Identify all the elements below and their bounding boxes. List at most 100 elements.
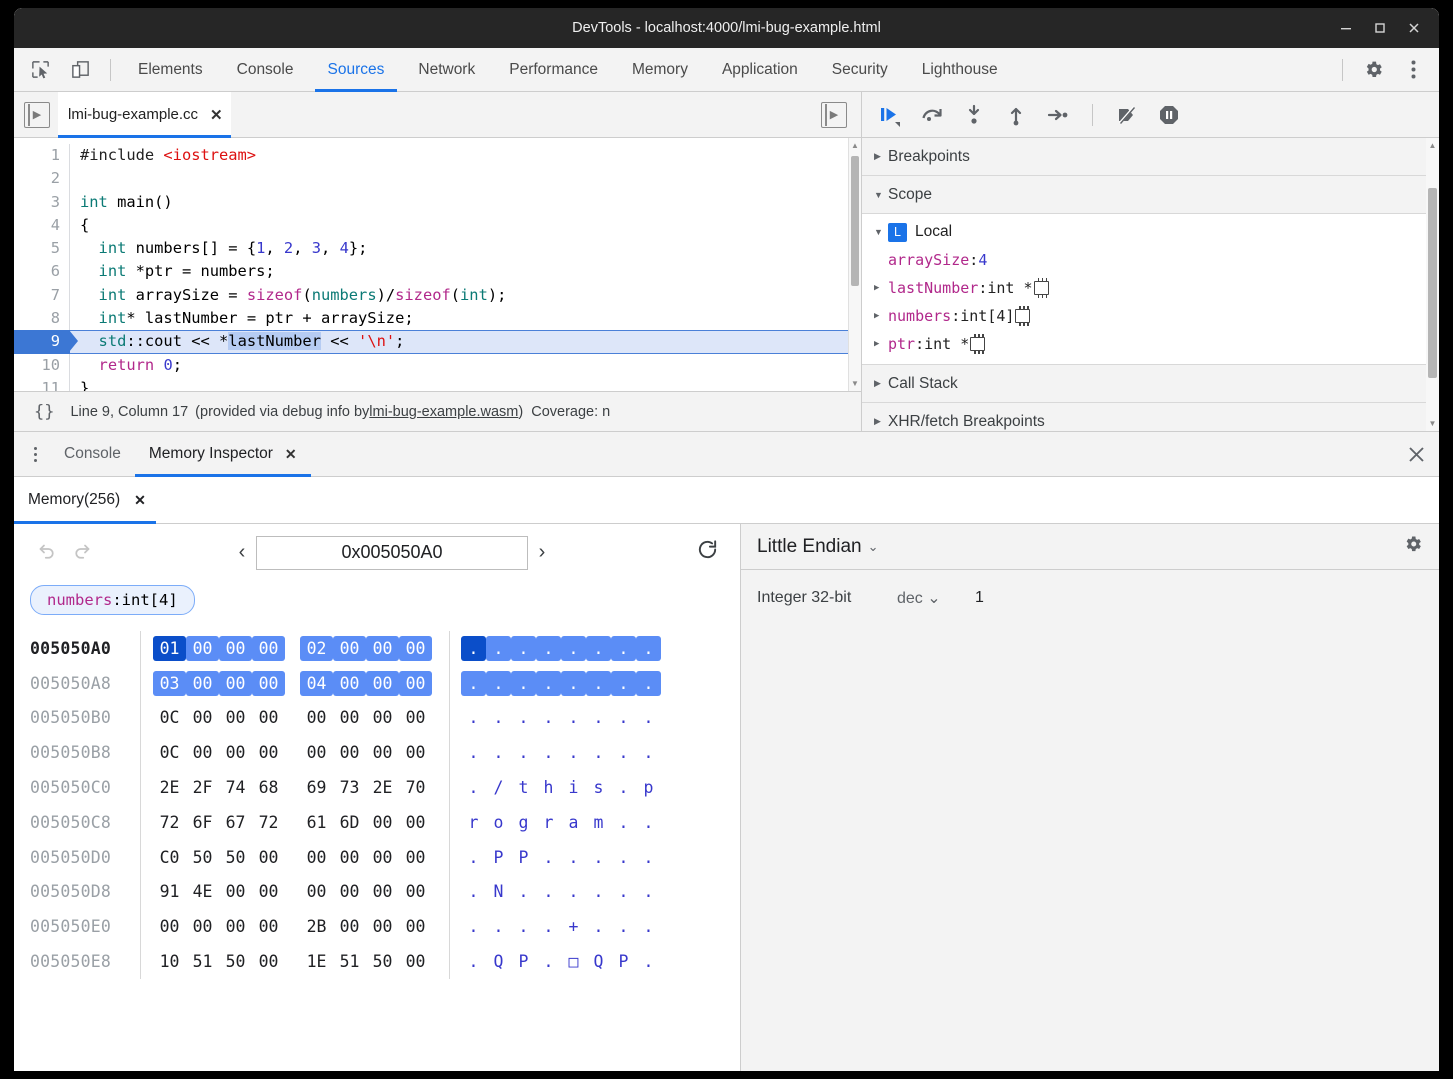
close-icon[interactable]: ✕ — [210, 106, 223, 124]
ascii-char[interactable]: . — [486, 914, 511, 939]
hex-byte[interactable]: 00 — [186, 740, 219, 765]
resume-button[interactable] — [872, 98, 908, 132]
drawer-tab-console[interactable]: Console — [50, 432, 135, 477]
hex-byte[interactable]: 00 — [252, 705, 285, 730]
hex-byte[interactable]: 00 — [219, 636, 252, 661]
line-number[interactable]: 5 — [14, 237, 70, 260]
hex-byte[interactable]: 50 — [366, 949, 399, 974]
value-mode-selector[interactable]: dec ⌄ — [897, 588, 975, 608]
chevron-down-icon[interactable]: ⌄ — [868, 539, 879, 555]
line-number[interactable]: 8 — [14, 307, 70, 330]
ascii-char[interactable]: . — [611, 636, 636, 661]
hex-byte[interactable]: 2E — [153, 775, 186, 800]
hex-byte[interactable]: 00 — [366, 845, 399, 870]
step-into-button[interactable] — [956, 98, 992, 132]
ascii-char[interactable]: . — [561, 879, 586, 904]
hex-byte[interactable]: 00 — [252, 914, 285, 939]
ascii-char[interactable]: r — [536, 810, 561, 835]
ascii-char[interactable]: i — [561, 775, 586, 800]
close-icon[interactable]: ✕ — [285, 446, 297, 463]
line-number[interactable]: 11 — [14, 377, 70, 391]
hex-byte[interactable]: 10 — [153, 949, 186, 974]
prev-page-button[interactable]: ‹ — [228, 541, 256, 564]
ascii-char[interactable]: . — [511, 914, 536, 939]
ascii-char[interactable]: P — [511, 845, 536, 870]
code-line[interactable]: 7 int arraySize = sizeof(numbers)/sizeof… — [14, 284, 848, 307]
hex-byte[interactable]: C0 — [153, 845, 186, 870]
hex-byte[interactable]: 00 — [399, 949, 432, 974]
file-tab-lmi-bug-example-cc[interactable]: lmi-bug-example.cc ✕ — [58, 92, 231, 138]
hex-byte[interactable]: 00 — [186, 914, 219, 939]
hex-byte[interactable]: 00 — [219, 914, 252, 939]
section-xhr-breakpoints[interactable]: ▶ XHR/fetch Breakpoints — [862, 403, 1439, 431]
ascii-char[interactable]: . — [636, 949, 661, 974]
ascii-char[interactable]: h — [536, 775, 561, 800]
ascii-char[interactable]: m — [586, 810, 611, 835]
scroll-down-arrow[interactable]: ▼ — [849, 379, 861, 388]
hex-byte[interactable]: 00 — [300, 845, 333, 870]
hex-byte[interactable]: 00 — [333, 671, 366, 696]
ascii-char[interactable]: g — [511, 810, 536, 835]
step-over-button[interactable] — [914, 98, 950, 132]
memory-row[interactable]: 005050D8914E000000000000.N...... — [30, 875, 740, 910]
ascii-char[interactable]: . — [586, 705, 611, 730]
memory-tab[interactable]: Memory(256) ✕ — [28, 477, 156, 524]
ascii-char[interactable]: . — [486, 705, 511, 730]
hex-byte[interactable]: 00 — [366, 671, 399, 696]
hex-byte[interactable]: 68 — [252, 775, 285, 800]
ascii-char[interactable]: . — [611, 810, 636, 835]
ascii-char[interactable]: . — [511, 671, 536, 696]
hex-byte[interactable]: 00 — [300, 705, 333, 730]
hex-byte[interactable]: 00 — [252, 879, 285, 904]
hex-byte[interactable]: 50 — [219, 949, 252, 974]
hex-byte[interactable]: 04 — [300, 671, 333, 696]
ascii-char[interactable]: □ — [561, 949, 586, 974]
show-navigator-icon[interactable]: ▶ — [24, 102, 50, 128]
pause-on-exceptions-button[interactable] — [1151, 98, 1187, 132]
hex-byte[interactable]: 69 — [300, 775, 333, 800]
memory-row[interactable]: 005050E0000000002B000000....+... — [30, 909, 740, 944]
hex-byte[interactable]: 00 — [252, 671, 285, 696]
code-line[interactable]: 8 int* lastNumber = ptr + arraySize; — [14, 307, 848, 330]
ascii-char[interactable]: . — [636, 740, 661, 765]
tab-console[interactable]: Console — [220, 48, 311, 92]
ascii-char[interactable]: . — [636, 879, 661, 904]
tab-lighthouse[interactable]: Lighthouse — [905, 48, 1015, 92]
ascii-char[interactable]: . — [461, 636, 486, 661]
hex-byte[interactable]: 00 — [366, 879, 399, 904]
scope-variable-row[interactable]: arraySize: 4 — [862, 246, 1439, 274]
gear-icon[interactable] — [1403, 534, 1423, 560]
hex-byte[interactable]: 0C — [153, 705, 186, 730]
hex-byte[interactable]: 00 — [333, 636, 366, 661]
ascii-char[interactable]: . — [561, 845, 586, 870]
ascii-char[interactable]: N — [486, 879, 511, 904]
more-vertical-icon[interactable] — [1396, 53, 1430, 87]
code-line[interactable]: 2 — [14, 167, 848, 190]
hex-byte[interactable]: 2F — [186, 775, 219, 800]
ascii-char[interactable]: . — [536, 879, 561, 904]
ascii-char[interactable]: . — [586, 740, 611, 765]
hex-byte[interactable]: 74 — [219, 775, 252, 800]
line-number[interactable]: 4 — [14, 214, 70, 237]
hex-byte[interactable]: 00 — [300, 740, 333, 765]
hex-byte[interactable]: 00 — [399, 705, 432, 730]
code-line[interactable]: 9 std::cout << *lastNumber << '\n'; — [14, 330, 848, 353]
open-in-memory-inspector-icon[interactable] — [970, 337, 985, 351]
hex-byte[interactable]: 2B — [300, 914, 333, 939]
hex-byte[interactable]: 4E — [186, 879, 219, 904]
ascii-char[interactable]: . — [536, 845, 561, 870]
ascii-char[interactable]: . — [536, 636, 561, 661]
ascii-char[interactable]: . — [536, 740, 561, 765]
hex-byte[interactable]: 00 — [333, 740, 366, 765]
editor-scroll-thumb[interactable] — [851, 156, 859, 286]
ascii-char[interactable]: . — [586, 879, 611, 904]
ascii-char[interactable]: P — [511, 949, 536, 974]
hex-byte[interactable]: 6D — [333, 810, 366, 835]
memory-row[interactable]: 005050E8105150001E515000.QP.□QP. — [30, 944, 740, 979]
ascii-char[interactable]: . — [461, 775, 486, 800]
ascii-char[interactable]: r — [461, 810, 486, 835]
ascii-char[interactable]: . — [461, 949, 486, 974]
variable-chip-numbers[interactable]: numbers: int[4] — [30, 585, 195, 615]
ascii-char[interactable]: o — [486, 810, 511, 835]
code-line[interactable]: 3int main() — [14, 191, 848, 214]
